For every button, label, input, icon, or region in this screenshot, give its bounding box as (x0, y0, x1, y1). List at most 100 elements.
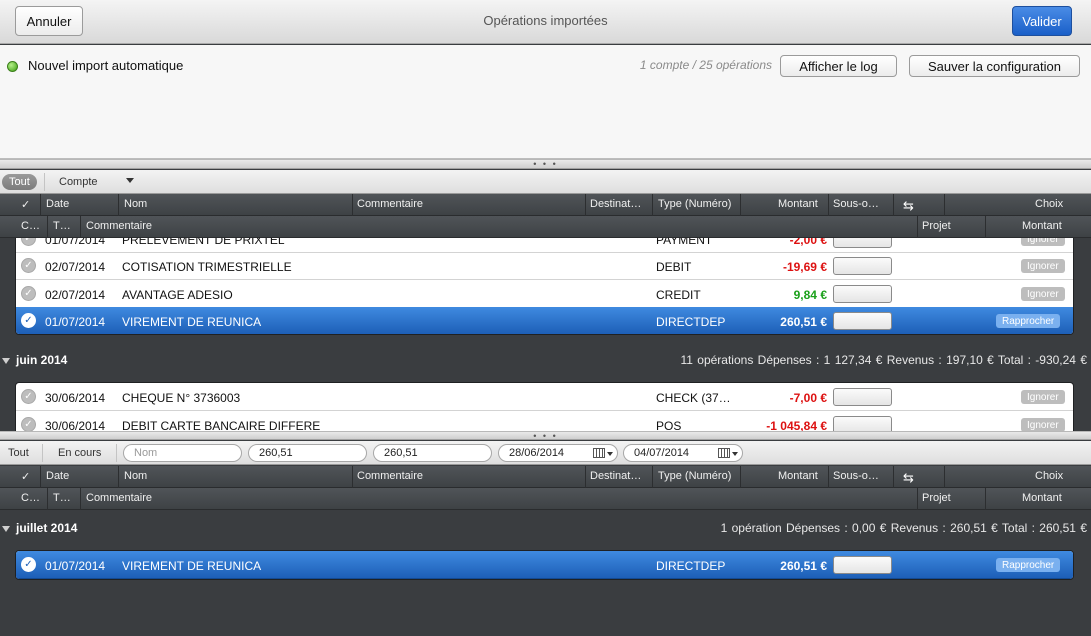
ignore-button[interactable]: Ignorer (1021, 418, 1065, 431)
amount-max-input[interactable]: 260,51 (373, 444, 492, 462)
col-t[interactable]: T… (53, 220, 71, 232)
date-to-value: 04/07/2014 (634, 447, 690, 459)
check-circle-icon[interactable]: ✓ (21, 258, 36, 273)
sub-operation-field[interactable] (833, 238, 892, 248)
col-destination[interactable]: Destinat… (590, 470, 641, 482)
col-amount-2[interactable]: Montant (1022, 492, 1062, 504)
row-name: COTISATION TRIMESTRIELLE (122, 260, 292, 274)
col-check[interactable]: ✓ (21, 198, 30, 211)
col-choice[interactable]: Choix (1035, 470, 1063, 482)
top-column-header-1: ✓ Date Nom Commentaire Destinat… Type (N… (0, 194, 1091, 216)
table-row[interactable]: ✓ 01/07/2014 PRELEVEMENT DE PRIXTEL PAYM… (16, 238, 1073, 253)
col-type[interactable]: Type (Numéro) (658, 470, 731, 482)
col-name[interactable]: Nom (124, 198, 147, 210)
check-circle-icon[interactable]: ✓ (21, 238, 36, 246)
col-c[interactable]: C… (21, 492, 40, 504)
filter-all-tab[interactable]: Tout (1, 445, 36, 461)
swap-arrows-icon[interactable]: ⇆ (903, 470, 914, 486)
check-circle-icon[interactable]: ✓ (21, 313, 36, 328)
ignore-button[interactable]: Ignorer (1021, 287, 1065, 301)
row-amount: -2,00 € (789, 238, 827, 247)
col-date[interactable]: Date (46, 470, 69, 482)
col-amount-2[interactable]: Montant (1022, 220, 1062, 232)
col-project[interactable]: Projet (922, 492, 951, 504)
chevron-down-icon[interactable] (732, 452, 738, 456)
filter-all-tab[interactable]: Tout (2, 174, 37, 190)
row-type: DEBIT (656, 260, 692, 274)
disclosure-triangle-icon[interactable] (2, 358, 10, 364)
row-date: 30/06/2014 (45, 419, 106, 431)
chevron-down-icon[interactable] (607, 452, 613, 456)
sub-operation-field[interactable] (833, 312, 892, 330)
check-circle-icon[interactable]: ✓ (21, 286, 36, 301)
bottom-transactions-list: juillet 2014 1 opération Dépenses : 0,00… (0, 510, 1091, 636)
row-date: 02/07/2014 (45, 288, 106, 302)
col-sub[interactable]: Sous-o… (833, 198, 879, 210)
filter-pending-tab[interactable]: En cours (51, 445, 108, 461)
save-config-button[interactable]: Sauver la configuration (909, 55, 1080, 77)
col-amount[interactable]: Montant (778, 470, 818, 482)
col-destination[interactable]: Destinat… (590, 198, 641, 210)
disclosure-triangle-icon[interactable] (2, 526, 10, 532)
check-circle-icon[interactable]: ✓ (21, 417, 36, 431)
sub-operation-field[interactable] (833, 556, 892, 574)
amount-min-input[interactable]: 260,51 (248, 444, 367, 462)
col-choice[interactable]: Choix (1035, 198, 1063, 210)
reconcile-button[interactable]: Rapprocher (996, 558, 1061, 572)
top-filter-bar: Tout Compte (0, 170, 1091, 194)
group-header-june[interactable]: juin 2014 11 opérations Dépenses : 1 127… (0, 349, 1091, 371)
col-comment-2[interactable]: Commentaire (86, 220, 152, 232)
ignore-button[interactable]: Ignorer (1021, 259, 1065, 273)
group-name: juin 2014 (16, 353, 68, 367)
col-name[interactable]: Nom (124, 470, 147, 482)
sub-operation-field[interactable] (833, 285, 892, 303)
filter-account-tab[interactable]: Compte (52, 174, 105, 190)
splitter-middle[interactable]: • • • (0, 431, 1091, 440)
col-c[interactable]: C… (21, 220, 40, 232)
table-row[interactable]: ✓ 30/06/2014 CHEQUE N° 3736003 CHECK (37… (16, 383, 1073, 411)
table-row[interactable]: ✓ 30/06/2014 DEBIT CARTE BANCAIRE DIFFER… (16, 411, 1073, 431)
ignore-button[interactable]: Ignorer (1021, 390, 1065, 404)
check-circle-icon[interactable]: ✓ (21, 557, 36, 572)
ignore-button[interactable]: Ignorer (1021, 238, 1065, 246)
bottom-column-header-1: ✓ Date Nom Commentaire Destinat… Type (N… (0, 466, 1091, 488)
col-date[interactable]: Date (46, 198, 69, 210)
name-filter-input[interactable]: Nom (123, 444, 242, 462)
col-comment[interactable]: Commentaire (357, 198, 423, 210)
group-header-july[interactable]: juillet 2014 1 opération Dépenses : 0,00… (0, 517, 1091, 539)
row-name: AVANTAGE ADESIO (122, 288, 233, 302)
col-t[interactable]: T… (53, 492, 71, 504)
col-comment[interactable]: Commentaire (357, 470, 423, 482)
row-date: 30/06/2014 (45, 391, 106, 405)
table-row[interactable]: ✓ 02/07/2014 COTISATION TRIMESTRIELLE DE… (16, 252, 1073, 280)
sub-operation-field[interactable] (833, 257, 892, 275)
date-from-input[interactable]: 28/06/2014 (498, 444, 618, 462)
sub-operation-field[interactable] (833, 388, 892, 406)
col-check[interactable]: ✓ (21, 470, 30, 483)
sub-operation-field[interactable] (833, 416, 892, 431)
col-amount[interactable]: Montant (778, 198, 818, 210)
calendar-icon[interactable] (593, 448, 605, 458)
date-to-input[interactable]: 04/07/2014 (623, 444, 743, 462)
show-log-button[interactable]: Afficher le log (780, 55, 897, 77)
check-circle-icon[interactable]: ✓ (21, 389, 36, 404)
validate-button[interactable]: Valider (1012, 6, 1072, 36)
bottom-filter-bar: Tout En cours Nom 260,51 260,51 28/06/20… (0, 441, 1091, 465)
top-transactions-list: ✓ 01/07/2014 PRELEVEMENT DE PRIXTEL PAYM… (0, 238, 1091, 431)
calendar-icon[interactable] (718, 448, 730, 458)
swap-arrows-icon[interactable]: ⇆ (903, 198, 914, 214)
table-row[interactable]: ✓ 02/07/2014 AVANTAGE ADESIO CREDIT 9,84… (16, 280, 1073, 308)
import-label: Nouvel import automatique (28, 58, 184, 73)
table-row-selected[interactable]: ✓ 01/07/2014 VIREMENT DE REUNICA DIRECTD… (16, 551, 1073, 579)
col-project[interactable]: Projet (922, 220, 951, 232)
table-row-selected[interactable]: ✓ 01/07/2014 VIREMENT DE REUNICA DIRECTD… (16, 307, 1073, 334)
splitter-top[interactable]: • • • (0, 159, 1091, 169)
account-chevron-down-icon[interactable] (126, 178, 134, 183)
reconcile-button[interactable]: Rapprocher (996, 314, 1061, 328)
row-type: CHECK (37… (656, 391, 731, 405)
window-toolbar: Annuler Opérations importées Valider (0, 0, 1091, 44)
col-sub[interactable]: Sous-o… (833, 470, 879, 482)
col-type[interactable]: Type (Numéro) (658, 198, 731, 210)
row-amount: 260,51 € (780, 315, 827, 329)
col-comment-2[interactable]: Commentaire (86, 492, 152, 504)
